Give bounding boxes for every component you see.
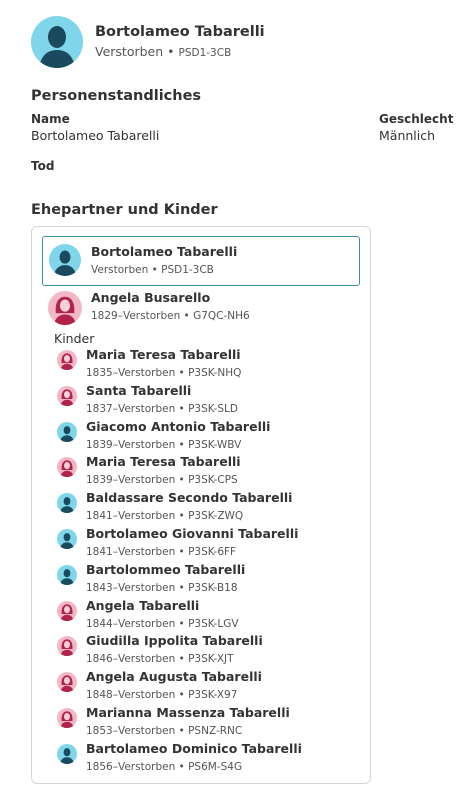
child-name[interactable]: Maria Teresa Tabarelli [86,454,241,469]
child-name[interactable]: Giudilla Ippolita Tabarelli [86,633,263,648]
family-section-title: Ehepartner und Kinder [31,202,218,218]
child-name[interactable]: Bortolameo Giovanni Tabarelli [86,526,298,541]
male-avatar-icon [57,743,77,764]
child-sub: 1856–Verstorben • PS6M-S4G [86,760,243,773]
selected-person-name[interactable]: Bortolameo Tabarelli [91,244,237,259]
child-name[interactable]: Angela Augusta Tabarelli [86,669,262,684]
child-sub: 1841–Verstorben • P3SK-6FF [86,546,237,558]
spouse-name[interactable]: Angela Busarello [91,290,210,305]
person-status-line: Verstorben • PSD1-3CB [95,44,232,59]
gender-label: Geschlecht [379,112,454,126]
child-name[interactable]: Bartolommeo Tabarelli [86,562,245,577]
spouse-sub: 1829–Verstorben • G7QC-NH6 [91,310,250,322]
child-name[interactable]: Marianna Massenza Tabarelli [86,705,290,720]
person-name: Bortolameo Tabarelli [95,24,265,40]
child-name[interactable]: Baldassare Secondo Tabarelli [86,490,292,505]
female-avatar-icon [57,350,77,370]
gender-value[interactable]: Männlich [379,128,453,143]
female-avatar-icon [48,291,82,325]
child-name[interactable]: Maria Teresa Tabarelli [86,347,241,362]
person-header: Bortolameo Tabarelli Verstorben • PSD1-3… [31,16,265,68]
child-name[interactable]: Angela Tabarelli [86,598,199,613]
family-card: Kinder Bortolameo Tabarelli Verstorben • … [31,226,371,784]
child-sub: 1848–Verstorben • P3SK-X97 [86,689,238,702]
male-avatar-icon [31,16,83,68]
male-avatar-icon [49,244,81,276]
person-status: Verstorben [95,44,164,59]
child-name[interactable]: Bartolameo Dominico Tabarelli [86,741,302,756]
child-sub: 1841–Verstorben • P3SK-ZWQ [86,510,244,523]
child-sub: 1837–Verstorben • P3SK-SLD [86,402,238,415]
female-avatar-icon [57,708,77,728]
female-avatar-icon [57,600,77,621]
children-label: Kinder [54,331,95,346]
death-label[interactable]: Tod [31,159,54,173]
child-sub: 1839–Verstorben • P3SK-WBV [86,438,242,451]
female-avatar-icon [57,672,77,693]
child-name[interactable]: Santa Tabarelli [86,383,191,398]
person-id[interactable]: PSD1-3CB [179,47,232,59]
selected-person-sub: Verstorben • PSD1-3CB [91,264,214,276]
male-avatar-icon [57,529,77,549]
child-sub: 1844–Verstorben • P3SK-LGV [86,617,239,630]
child-sub: 1839–Verstorben • P3SK-CPS [86,474,238,487]
male-avatar-icon [57,493,77,514]
name-value[interactable]: Bortolameo Tabarelli [31,128,159,143]
male-avatar-icon [57,421,77,442]
female-avatar-icon [57,385,77,406]
female-avatar-icon [57,636,77,657]
female-avatar-icon [57,457,77,478]
name-label: Name [31,112,70,126]
child-sub: 1835–Verstorben • P3SK-NHQ [86,367,242,379]
child-sub: 1843–Verstorben • P3SK-B18 [86,581,238,594]
child-sub: 1853–Verstorben • PSNZ-RNC [86,725,243,737]
male-avatar-icon [57,564,77,585]
child-name[interactable]: Giacomo Antonio Tabarelli [86,419,270,434]
child-sub: 1846–Verstorben • P3SK-XJT [86,653,234,666]
vitals-section-title: Personenstandliches [31,88,202,104]
